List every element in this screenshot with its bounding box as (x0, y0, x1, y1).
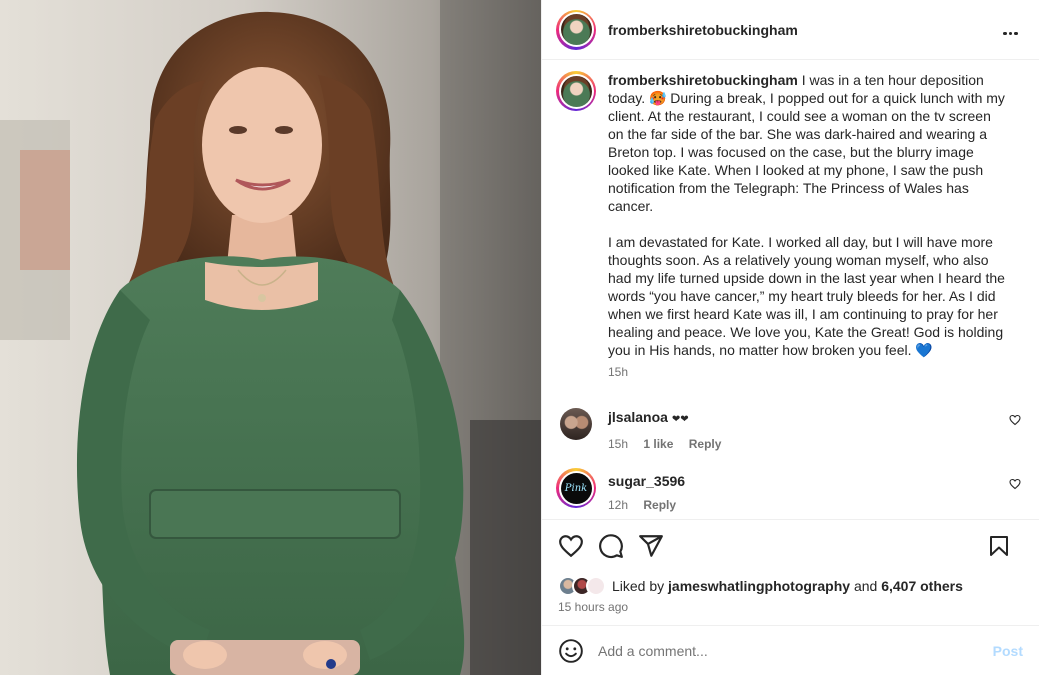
comment-timestamp[interactable]: 15h (608, 437, 628, 451)
share-icon[interactable] (638, 533, 664, 559)
caption-timestamp[interactable]: 15h (608, 363, 1010, 381)
emoji-icon[interactable] (558, 638, 584, 664)
post-comment-button[interactable]: Post (993, 643, 1023, 659)
post-actions-area: Liked by jameswhatlingphotography and 6,… (542, 519, 1039, 625)
comment-likes-count[interactable]: 1 like (643, 437, 673, 451)
comment-like-heart-icon[interactable] (1009, 478, 1021, 490)
comment-username[interactable]: sugar_3596 (608, 473, 685, 489)
comment-avatar[interactable]: Pink (556, 468, 596, 508)
caption-text-para1: I was in a ten hour deposition today. 🥵 … (608, 72, 1005, 214)
comment-like-heart-icon[interactable] (1009, 414, 1021, 426)
photo-illustration (0, 0, 541, 675)
comment-item: jlsalanoa ❤❤ 15h 1 like Reply (556, 404, 1025, 451)
comment-reply-button[interactable]: Reply (689, 437, 722, 451)
post-side-panel: fromberkshiretobuckingham fromberkshiret… (541, 0, 1039, 675)
author-avatar[interactable] (556, 9, 596, 50)
comment-item: Pink sugar_3596 12h Reply (556, 468, 1025, 512)
likes-others-link[interactable]: 6,407 others (881, 578, 963, 594)
caption-author-avatar[interactable] (556, 71, 596, 111)
likes-and: and (853, 578, 878, 594)
comment-text: ❤❤ (671, 414, 689, 425)
post-date[interactable]: 15 hours ago (558, 600, 1023, 614)
caption-username[interactable]: fromberkshiretobuckingham (608, 72, 798, 88)
likes-summary: Liked by jameswhatlingphotography and 6,… (558, 576, 1023, 596)
heart-icon[interactable] (558, 533, 584, 559)
caption-text-para2: I am devastated for Kate. I worked all d… (608, 234, 1005, 358)
post-photo (0, 0, 541, 675)
more-horizontal-icon[interactable] (1003, 22, 1021, 38)
instagram-post-modal: fromberkshiretobuckingham fromberkshiret… (0, 0, 1039, 675)
add-comment-bar: Post (542, 625, 1039, 675)
comment-input[interactable] (598, 642, 993, 659)
post-caption: fromberkshiretobuckingham I was in a ten… (556, 71, 1025, 381)
comment-icon[interactable] (598, 533, 624, 559)
comments-scroll-area[interactable]: fromberkshiretobuckingham I was in a ten… (542, 61, 1039, 519)
post-header: fromberkshiretobuckingham (542, 0, 1039, 60)
comment-reply-button[interactable]: Reply (643, 498, 676, 512)
likes-user-link[interactable]: jameswhatlingphotography (668, 578, 850, 594)
bookmark-icon[interactable] (987, 534, 1011, 558)
author-username[interactable]: fromberkshiretobuckingham (608, 22, 798, 38)
liker-avatars[interactable] (558, 576, 610, 596)
action-icons-bar (558, 520, 1023, 572)
comment-avatar[interactable] (560, 408, 592, 440)
comment-username[interactable]: jlsalanoa (608, 409, 668, 425)
likes-prefix: Liked by (612, 578, 665, 594)
comment-timestamp[interactable]: 12h (608, 498, 628, 512)
